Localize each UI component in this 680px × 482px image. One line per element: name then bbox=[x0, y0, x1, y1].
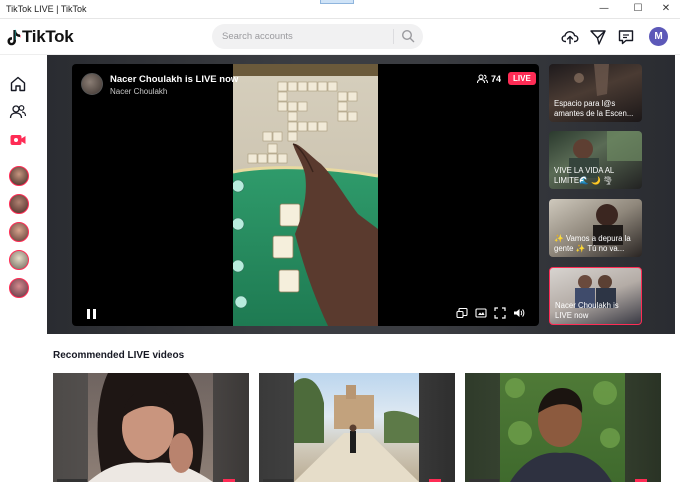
recommended-heading: Recommended LIVE videos bbox=[53, 350, 185, 361]
side-live-card-4[interactable]: Nacer Choulakh is LIVE now bbox=[549, 267, 642, 325]
message-icon[interactable] bbox=[617, 28, 635, 46]
window-title: TikTok LIVE | TikTok bbox=[6, 4, 87, 14]
live-avatar-2[interactable] bbox=[9, 194, 29, 214]
tiktok-note-icon bbox=[7, 29, 21, 45]
search-input[interactable]: Search accounts bbox=[222, 31, 293, 42]
inbox-filter-icon[interactable] bbox=[589, 28, 607, 46]
search-bar[interactable]: Search accounts bbox=[212, 24, 423, 49]
home-icon[interactable] bbox=[9, 75, 27, 93]
volume-icon[interactable] bbox=[513, 307, 525, 319]
profile-avatar[interactable]: M bbox=[649, 27, 668, 46]
logo-text: TikTok bbox=[22, 27, 74, 46]
recommended-thumbnail-image bbox=[88, 373, 213, 482]
live-player[interactable]: Nacer Choulakh is LIVE now Nacer Choulak… bbox=[72, 64, 539, 326]
viewer-count: 74 bbox=[477, 74, 501, 84]
side-live-caption: ✨ Vamos a depura la gente ✨ Tú no va... bbox=[554, 234, 631, 253]
host-username: Nacer Choulakh bbox=[110, 87, 168, 96]
top-navbar: TikTok Search accounts M bbox=[0, 19, 680, 55]
search-divider bbox=[393, 29, 394, 44]
tiktok-logo[interactable]: TikTok bbox=[7, 27, 74, 47]
recommended-thumbnail bbox=[88, 373, 213, 482]
recommended-thumbnail bbox=[294, 373, 419, 482]
recommended-thumbnail-image bbox=[294, 378, 419, 482]
side-live-card-1[interactable]: Espacio para l@s amantes de la Escen... bbox=[549, 64, 642, 122]
side-live-card-3[interactable]: ✨ Vamos a depura la gente ✨ Tú no va... bbox=[549, 199, 642, 257]
viewer-count-value: 74 bbox=[491, 74, 502, 84]
live-icon[interactable] bbox=[9, 131, 27, 149]
pause-icon[interactable] bbox=[87, 309, 96, 319]
recommended-card-1[interactable] bbox=[53, 373, 249, 482]
maximize-button[interactable]: ☐ bbox=[624, 0, 652, 19]
window-titlebar: TikTok LIVE | TikTok — ☐ ✕ bbox=[0, 0, 680, 19]
live-avatar-5[interactable] bbox=[9, 278, 29, 298]
recommended-thumbnail-image bbox=[505, 378, 620, 482]
quality-icon[interactable] bbox=[475, 307, 487, 319]
live-avatar-3[interactable] bbox=[9, 222, 29, 242]
recommended-card-2[interactable] bbox=[259, 373, 455, 482]
side-live-card-2[interactable]: VIVE LA VIDA AL LIMITE🌊 🌙 🌪 bbox=[549, 131, 642, 189]
close-button[interactable]: ✕ bbox=[652, 0, 680, 19]
recommended-thumbnail bbox=[500, 373, 625, 482]
live-video-image bbox=[233, 64, 378, 326]
side-live-caption: VIVE LA VIDA AL LIMITE🌊 🌙 🌪 bbox=[554, 166, 614, 185]
minimize-button[interactable]: — bbox=[590, 0, 618, 19]
host-name[interactable]: Nacer Choulakh is LIVE now bbox=[110, 74, 238, 85]
left-sidebar bbox=[0, 56, 47, 482]
host-avatar[interactable] bbox=[81, 73, 103, 95]
side-live-caption: Nacer Choulakh is LIVE now bbox=[555, 301, 619, 320]
live-avatar-4[interactable] bbox=[9, 250, 29, 270]
viewers-icon bbox=[477, 74, 488, 84]
recommended-card-3[interactable] bbox=[465, 373, 661, 482]
live-video-frame bbox=[233, 64, 378, 326]
fullscreen-icon[interactable] bbox=[494, 307, 506, 319]
upload-icon[interactable] bbox=[561, 28, 579, 46]
live-badge: LIVE bbox=[508, 72, 536, 85]
window-drag-handle[interactable] bbox=[320, 0, 354, 4]
side-live-caption: Espacio para l@s amantes de la Escen... bbox=[554, 99, 634, 118]
following-icon[interactable] bbox=[9, 103, 27, 121]
picture-in-picture-icon[interactable] bbox=[456, 307, 468, 319]
live-avatar-1[interactable] bbox=[9, 166, 29, 186]
search-icon[interactable] bbox=[401, 29, 415, 43]
